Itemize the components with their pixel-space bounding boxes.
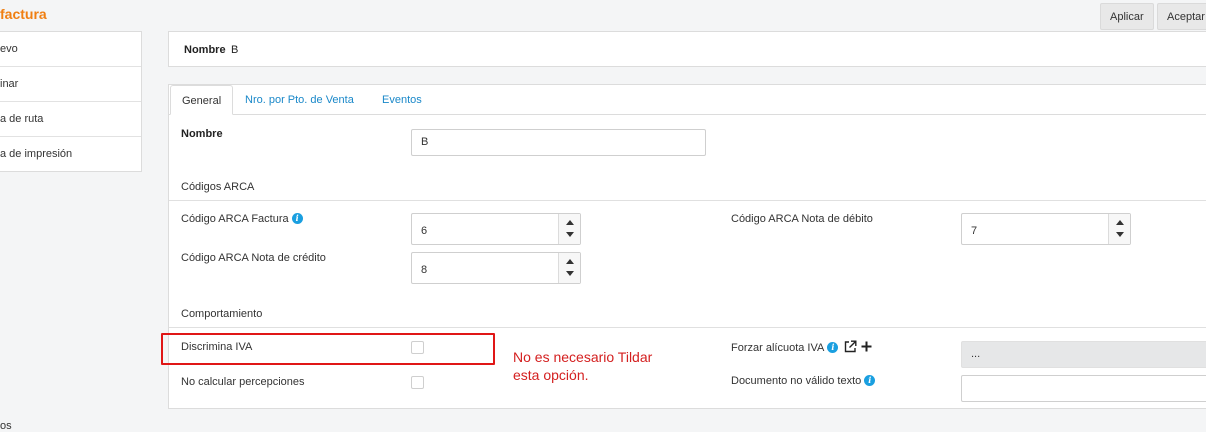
codigo-factura-value: 6 (421, 225, 428, 237)
stepper-buttons[interactable] (558, 214, 580, 244)
chevron-up-icon[interactable] (566, 220, 574, 225)
no-calcular-percepciones-label: No calcular percepciones (181, 376, 305, 388)
codigo-nota-credito-label: Código ARCA Nota de crédito (181, 252, 326, 264)
codigo-factura-label: Código ARCA Factura i (181, 213, 303, 225)
codigo-nota-credito-value: 8 (421, 264, 428, 276)
tab-eventos[interactable]: Eventos (382, 85, 422, 115)
highlight-box (161, 333, 495, 365)
codigo-factura-label-text: Código ARCA Factura (181, 213, 289, 225)
plus-icon[interactable] (861, 341, 872, 352)
chevron-down-icon[interactable] (1116, 232, 1124, 237)
documento-no-valido-label: Documento no válido texto i (731, 375, 876, 387)
codigo-nota-debito-value: 7 (971, 225, 978, 237)
codigo-nota-debito-label: Código ARCA Nota de débito (731, 213, 873, 225)
forzar-alicuota-label-text: Forzar alícuota IVA (731, 342, 825, 354)
side-menu-fragment[interactable]: os (0, 420, 12, 432)
record-header: Nombre B (168, 31, 1206, 67)
side-menu-item-new[interactable]: evo (0, 32, 141, 67)
side-menu-item-route[interactable]: a de ruta (0, 102, 141, 137)
codigo-nota-debito-stepper[interactable]: 7 (961, 213, 1131, 245)
annotation-line-2: esta opción. (513, 367, 589, 383)
stepper-buttons[interactable] (558, 253, 580, 283)
page-title: factura (0, 6, 47, 22)
comportamiento-section-title: Comportamiento (181, 308, 263, 320)
annotation-note: No es necesario Tildar esta opción. (513, 348, 683, 384)
stepper-buttons[interactable] (1108, 214, 1130, 244)
info-icon[interactable]: i (827, 342, 839, 353)
section-divider (169, 200, 1206, 201)
codigos-arca-section-title: Códigos ARCA (181, 181, 255, 193)
codigo-factura-stepper[interactable]: 6 (411, 213, 581, 245)
header-name-value: B (231, 44, 239, 56)
side-menu: evo inar a de ruta a de impresión (0, 31, 142, 172)
tabs-bar: General Nro. por Pto. de Venta Eventos (169, 85, 1206, 115)
tab-general[interactable]: General (170, 85, 234, 115)
chevron-up-icon[interactable] (1116, 220, 1124, 225)
chevron-up-icon[interactable] (566, 259, 574, 264)
info-icon[interactable]: i (291, 213, 303, 224)
side-menu-item-print[interactable]: a de impresión (0, 137, 141, 172)
side-menu-item-delete[interactable]: inar (0, 67, 141, 102)
external-link-icon[interactable] (844, 340, 857, 353)
apply-button[interactable]: Aplicar (1100, 3, 1154, 30)
chevron-down-icon[interactable] (566, 232, 574, 237)
nombre-input[interactable]: B (411, 129, 706, 156)
header-name-label: Nombre (184, 44, 226, 56)
forzar-alicuota-select[interactable]: ... (961, 341, 1206, 368)
nombre-label: Nombre (181, 128, 223, 140)
forzar-alicuota-label: Forzar alícuota IVA i (731, 340, 872, 354)
documento-no-valido-input[interactable] (961, 375, 1206, 402)
chevron-down-icon[interactable] (566, 271, 574, 276)
annotation-line-1: No es necesario Tildar (513, 349, 653, 365)
documento-no-valido-label-text: Documento no válido texto (731, 375, 862, 387)
accept-button[interactable]: Aceptar (1157, 3, 1206, 30)
codigo-nota-credito-stepper[interactable]: 8 (411, 252, 581, 284)
section-divider (169, 327, 1206, 328)
info-icon[interactable]: i (864, 375, 876, 386)
tab-nro-pto-venta[interactable]: Nro. por Pto. de Venta (245, 85, 354, 115)
no-calcular-percepciones-checkbox[interactable] (411, 376, 424, 389)
